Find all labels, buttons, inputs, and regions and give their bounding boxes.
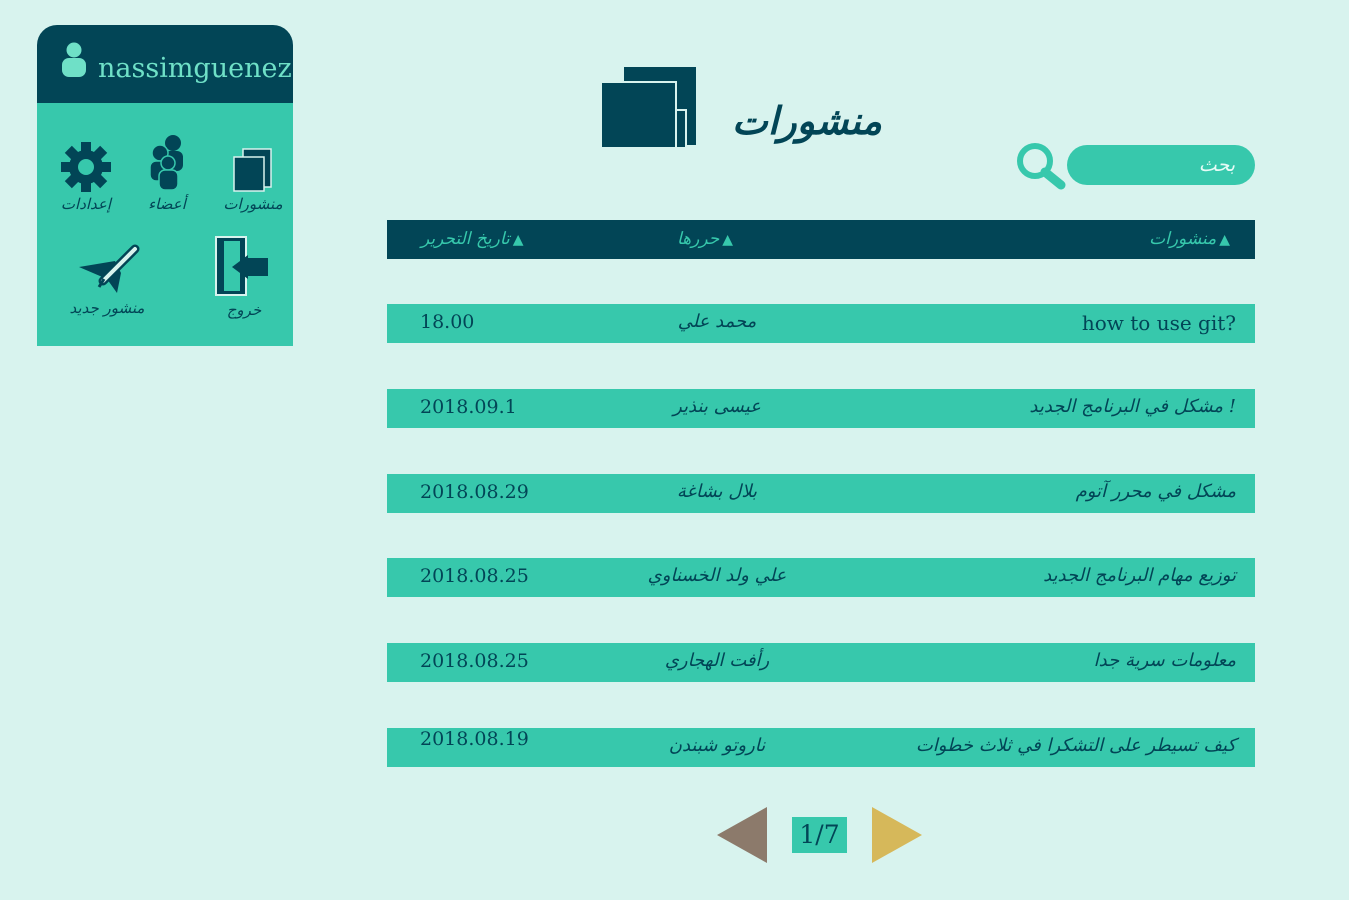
page-indicator: 1/7 xyxy=(792,817,847,853)
username: nassimguenez xyxy=(98,53,292,84)
user-panel-header: nassimguenez xyxy=(37,25,293,103)
row-author: محمد علي xyxy=(677,311,757,332)
row-title-link[interactable]: كيف تسيطر على التشكرا في ثلاث خطوات xyxy=(916,735,1236,756)
user-panel-menu: منشورات أعضاء إعدادات منشور جديد خروج xyxy=(37,103,293,346)
row-title-link[interactable]: مشكل في محرر آتوم xyxy=(1076,481,1236,502)
sort-triangle-icon: ▲ xyxy=(722,232,734,248)
table-row[interactable]: 2018.08.29 بلال بشاغة مشكل في محرر آتوم xyxy=(387,474,1255,513)
row-title-link[interactable]: توزيع مهام البرنامج الجديد xyxy=(1043,565,1236,586)
search-icon[interactable] xyxy=(1014,142,1068,190)
sort-triangle-icon: ▲ xyxy=(512,232,524,248)
menu-logout-label: خروج xyxy=(226,301,262,319)
logout-icon xyxy=(215,236,268,296)
row-author: عيسى بنذير xyxy=(673,396,761,417)
row-date: 2018.08.25 xyxy=(420,650,529,672)
header-date[interactable]: تاريخ التحرير ▲ xyxy=(421,229,527,249)
row-title-link[interactable]: ! مشكل في البرنامج الجديد xyxy=(1029,396,1236,417)
sort-triangle-icon: ▲ xyxy=(1219,232,1230,248)
table-row[interactable]: 2018.08.19 ناروتو شبندن كيف تسيطر على ال… xyxy=(387,728,1255,767)
row-date: 2018.08.29 xyxy=(420,481,529,503)
menu-logout[interactable]: خروج xyxy=(209,235,279,325)
row-author: بلال بشاغة xyxy=(676,481,758,502)
user-icon xyxy=(62,42,86,77)
menu-settings-label: إعدادات xyxy=(60,195,112,213)
row-date: 2018.09.1 xyxy=(420,396,517,418)
menu-settings[interactable]: إعدادات xyxy=(51,141,121,221)
posts-page-icon xyxy=(600,65,698,149)
table-row[interactable]: 2018.08.25 علي ولد الخسناوي توزيع مهام ا… xyxy=(387,558,1255,597)
user-panel: nassimguenez منشورات أعضاء إعدادات منشور… xyxy=(37,25,293,346)
posts-icon xyxy=(233,148,272,192)
settings-gear-icon xyxy=(61,142,111,192)
previous-page-arrow-icon[interactable] xyxy=(717,806,769,864)
row-author: ناروتو شبندن xyxy=(668,735,766,756)
menu-members-label: أعضاء xyxy=(148,195,186,213)
row-author: علي ولد الخسناوي xyxy=(647,565,787,586)
table-row[interactable]: 18.00 محمد علي how to use git? xyxy=(387,304,1255,343)
table-row[interactable]: 2018.09.1 عيسى بنذير ! مشكل في البرنامج … xyxy=(387,389,1255,428)
row-date: 18.00 xyxy=(420,311,475,333)
table-header: تاريخ التحرير ▲ حررها ▲ منشورات ▲ xyxy=(387,220,1255,259)
row-author: رأفت الهجاري xyxy=(664,650,770,671)
header-title[interactable]: منشورات ▲ xyxy=(1149,229,1233,249)
row-title-link[interactable]: how to use git? xyxy=(1082,311,1236,335)
menu-posts-label: منشورات xyxy=(223,195,283,213)
menu-new-post-label: منشور جديد xyxy=(69,299,145,317)
table-row[interactable]: 2018.08.25 رأفت الهجاري معلومات سرية جدا xyxy=(387,643,1255,682)
row-date: 2018.08.25 xyxy=(420,565,529,587)
menu-members[interactable]: أعضاء xyxy=(137,133,197,213)
menu-new-post[interactable]: منشور جديد xyxy=(47,243,167,333)
row-date: 2018.08.19 xyxy=(420,728,529,750)
new-post-pen-icon xyxy=(79,244,140,293)
members-icon xyxy=(149,135,183,191)
page-title: منشورات xyxy=(731,98,882,143)
search-input[interactable] xyxy=(1067,145,1255,185)
next-page-arrow-icon[interactable] xyxy=(872,806,924,864)
row-title-link[interactable]: معلومات سرية جدا xyxy=(1094,650,1236,671)
header-author[interactable]: حررها ▲ xyxy=(677,229,736,249)
menu-posts[interactable]: منشورات xyxy=(213,147,293,217)
